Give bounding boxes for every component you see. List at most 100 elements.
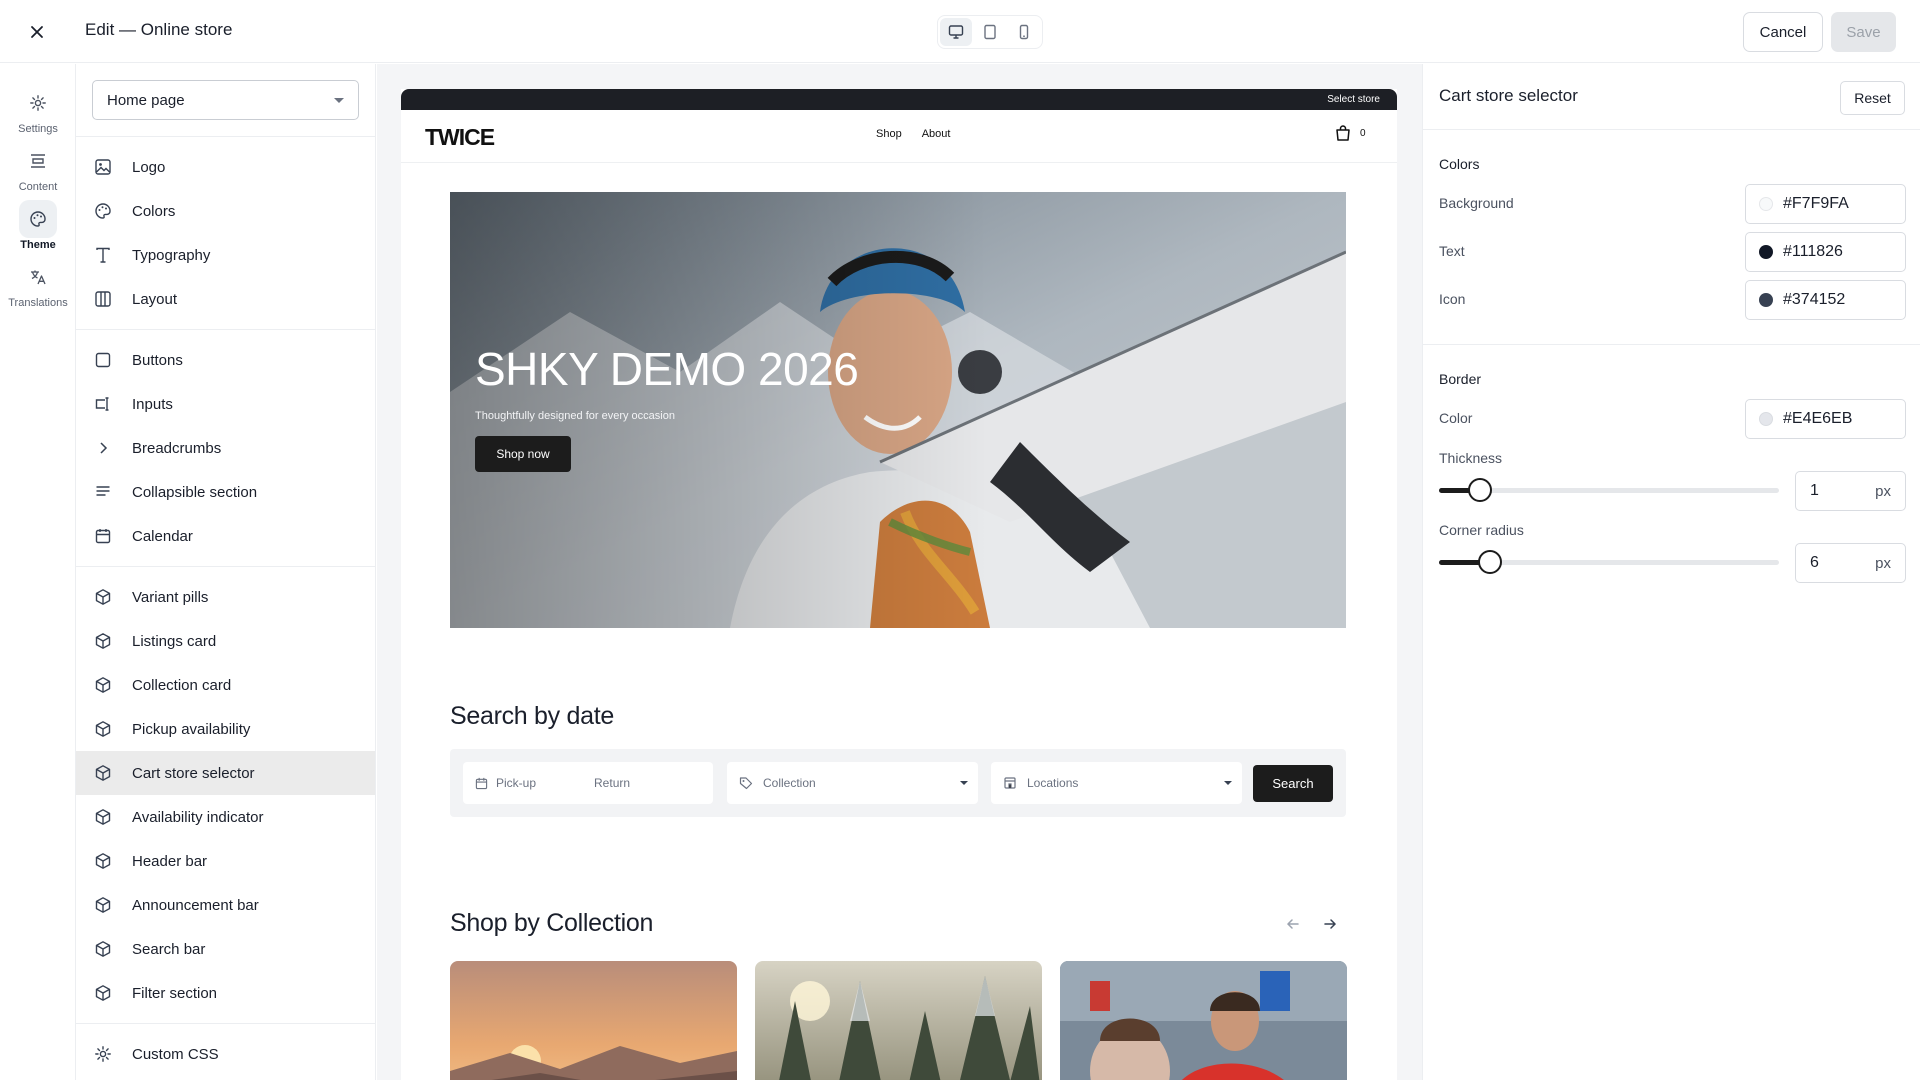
sidebar-item-collapsible-section[interactable]: Collapsible section bbox=[76, 470, 375, 514]
return-placeholder: Return bbox=[594, 776, 631, 790]
sidebar-item-filter-section[interactable]: Filter section bbox=[76, 971, 375, 1015]
palette-icon bbox=[93, 201, 113, 221]
cube-icon bbox=[93, 807, 113, 827]
nav-link-shop[interactable]: Shop bbox=[876, 128, 902, 140]
border-color-field[interactable]: #E4E6EB bbox=[1745, 399, 1906, 439]
sidebar-item-typography[interactable]: Typography bbox=[76, 233, 375, 277]
tablet-icon bbox=[984, 24, 996, 40]
icon-color-field[interactable]: #374152 bbox=[1745, 280, 1906, 320]
select-store-link[interactable]: Select store bbox=[1327, 94, 1380, 105]
locations-select[interactable]: Locations bbox=[991, 762, 1242, 804]
gear-icon bbox=[93, 1044, 113, 1064]
collection-card[interactable] bbox=[755, 961, 1042, 1080]
reset-button[interactable]: Reset bbox=[1840, 81, 1905, 115]
calendar-icon bbox=[475, 777, 488, 789]
sidebar-item-label: Header bar bbox=[132, 852, 208, 870]
panel-title: Cart store selector bbox=[1439, 86, 1578, 105]
store-logo[interactable]: TWICE bbox=[425, 124, 495, 151]
thickness-input[interactable]: 1 px bbox=[1795, 471, 1906, 511]
sidebar-item-label: Listings card bbox=[132, 632, 217, 650]
arrow-left-icon bbox=[1286, 919, 1299, 929]
sidebar-item-cart-store-selector[interactable]: Cart store selector bbox=[76, 751, 375, 795]
background-color-field[interactable]: #F7F9FA bbox=[1745, 184, 1906, 224]
text-color-value: #111826 bbox=[1783, 243, 1843, 260]
background-label: Background bbox=[1439, 195, 1514, 211]
rail-item-content[interactable]: Content bbox=[0, 142, 76, 193]
collection-card[interactable] bbox=[450, 961, 737, 1080]
collection-card[interactable] bbox=[1060, 961, 1347, 1080]
cube-icon bbox=[93, 719, 113, 739]
sidebar-item-label: Announcement bar bbox=[132, 896, 259, 914]
close-button[interactable] bbox=[24, 19, 50, 45]
close-icon bbox=[31, 26, 43, 38]
cart-button[interactable]: 0 bbox=[1334, 124, 1366, 142]
carousel-prev-button[interactable] bbox=[1281, 912, 1305, 936]
collection-image bbox=[1060, 961, 1347, 1080]
mobile-view-button[interactable] bbox=[1008, 18, 1040, 46]
search-section-title: Search by date bbox=[450, 702, 614, 730]
arrow-right-icon bbox=[1324, 919, 1337, 929]
sidebar-item-header-bar[interactable]: Header bar bbox=[76, 839, 375, 883]
sidebar-item-availability-indicator[interactable]: Availability indicator bbox=[76, 795, 375, 839]
sidebar-item-label: Colors bbox=[132, 202, 176, 220]
sidebar-item-breadcrumbs[interactable]: Breadcrumbs bbox=[76, 426, 375, 470]
date-range-field[interactable]: Pick-up Return bbox=[463, 762, 713, 804]
collection-select[interactable]: Collection bbox=[727, 762, 978, 804]
slider-thumb[interactable] bbox=[1468, 478, 1492, 502]
sidebar-item-search-bar[interactable]: Search bar bbox=[76, 927, 375, 971]
rail-item-theme[interactable]: Theme bbox=[0, 200, 76, 251]
search-button[interactable]: Search bbox=[1253, 765, 1333, 802]
rail-item-settings[interactable]: Settings bbox=[0, 84, 76, 135]
type-icon bbox=[93, 245, 113, 265]
nav-rail: Settings Content Theme Translations bbox=[0, 64, 76, 1080]
slider-thumb[interactable] bbox=[1478, 550, 1502, 574]
sidebar-item-inputs[interactable]: Inputs bbox=[76, 382, 375, 426]
desktop-view-button[interactable] bbox=[940, 18, 972, 46]
rail-item-translations[interactable]: Translations bbox=[0, 258, 76, 309]
sidebar-item-calendar[interactable]: Calendar bbox=[76, 514, 375, 558]
corner-radius-input[interactable]: 6 px bbox=[1795, 543, 1906, 583]
sidebar-item-label: Layout bbox=[132, 290, 178, 308]
sidebar-item-logo[interactable]: Logo bbox=[76, 145, 375, 189]
cube-icon bbox=[93, 939, 113, 959]
sidebar-item-label: Filter section bbox=[132, 984, 218, 1002]
thickness-slider[interactable] bbox=[1439, 478, 1779, 502]
sidebar-item-buttons[interactable]: Buttons bbox=[76, 338, 375, 382]
sidebar-item-variant-pills[interactable]: Variant pills bbox=[76, 575, 375, 619]
border-color-label: Color bbox=[1439, 410, 1473, 426]
sidebar-item-collection-card[interactable]: Collection card bbox=[76, 663, 375, 707]
divider bbox=[1423, 344, 1920, 345]
sidebar-item-listings-card[interactable]: Listings card bbox=[76, 619, 375, 663]
tablet-view-button[interactable] bbox=[974, 18, 1006, 46]
caret-down-icon bbox=[960, 781, 968, 785]
nav-link-about[interactable]: About bbox=[922, 128, 951, 140]
cube-icon bbox=[93, 895, 113, 915]
corner-radius-slider[interactable] bbox=[1439, 550, 1779, 574]
gear-icon bbox=[19, 84, 57, 122]
unit-label: px bbox=[1875, 482, 1891, 500]
cube-icon bbox=[93, 675, 113, 695]
chevron-right-icon bbox=[93, 438, 113, 458]
pickup-placeholder: Pick-up bbox=[496, 776, 537, 790]
thickness-value: 1 bbox=[1810, 482, 1819, 499]
shop-now-button[interactable]: Shop now bbox=[475, 436, 571, 472]
rail-label: Content bbox=[18, 181, 58, 193]
carousel-next-button[interactable] bbox=[1318, 912, 1342, 936]
page-select[interactable]: Home page bbox=[92, 80, 359, 120]
cart-count: 0 bbox=[1360, 127, 1366, 139]
lines-icon bbox=[93, 482, 113, 502]
save-button[interactable]: Save bbox=[1831, 12, 1896, 52]
color-swatch bbox=[1759, 412, 1773, 426]
divider bbox=[76, 329, 375, 330]
sidebar-item-layout[interactable]: Layout bbox=[76, 277, 375, 321]
store-preview: Select store TWICE Shop About 0 SHKY DEM… bbox=[401, 89, 1397, 1080]
sidebar-item-colors[interactable]: Colors bbox=[76, 189, 375, 233]
text-color-field[interactable]: #111826 bbox=[1745, 232, 1906, 272]
sidebar-item-pickup-availability[interactable]: Pickup availability bbox=[76, 707, 375, 751]
cancel-button[interactable]: Cancel bbox=[1743, 12, 1823, 52]
cube-icon bbox=[93, 983, 113, 1003]
color-swatch bbox=[1759, 197, 1773, 211]
sidebar-item-announcement-bar[interactable]: Announcement bar bbox=[76, 883, 375, 927]
locations-placeholder: Locations bbox=[1027, 776, 1079, 790]
sidebar-item-custom-css[interactable]: Custom CSS bbox=[76, 1032, 375, 1076]
